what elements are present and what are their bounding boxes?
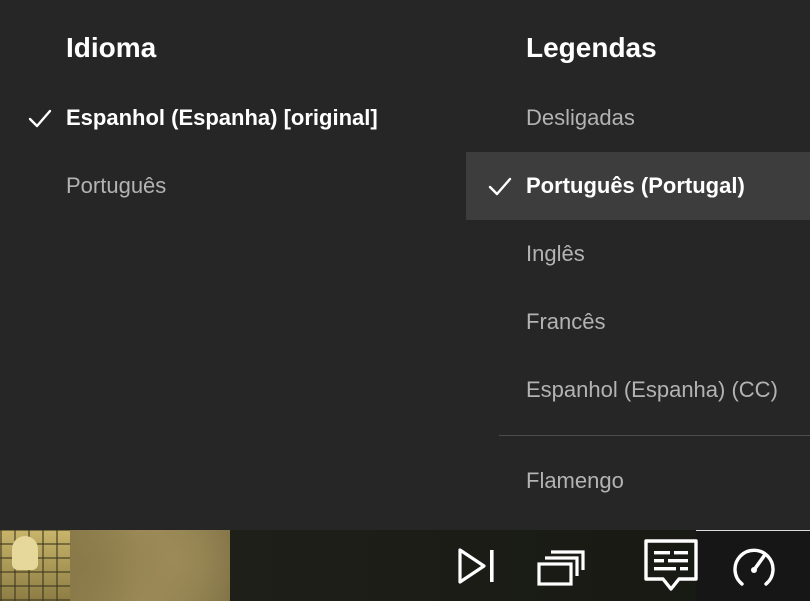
audio-subtitles-icon[interactable]	[643, 538, 699, 594]
subtitles-column-title: Legendas	[526, 32, 657, 63]
checkmark-icon	[28, 109, 52, 128]
audio-option-portuguese[interactable]: Português	[0, 152, 466, 220]
subtitle-option-off[interactable]: Desligadas	[466, 84, 810, 152]
subtitle-list-divider	[499, 435, 810, 436]
audio-column-title: Idioma	[66, 32, 157, 63]
player-control-bar	[0, 530, 810, 601]
audio-option-spanish-original[interactable]: Espanhol (Espanha) [original]	[0, 84, 466, 152]
subtitle-option-label: Espanhol (Espanha) (CC)	[526, 377, 778, 402]
next-episode-icon[interactable]	[452, 540, 504, 592]
playback-speed-icon[interactable]	[728, 540, 780, 592]
episodes-icon[interactable]	[535, 540, 587, 592]
subtitle-option-label: Inglês	[526, 241, 585, 266]
audio-option-label: Espanhol (Espanha) [original]	[66, 105, 378, 130]
video-frame-detail	[12, 536, 38, 570]
subtitle-option-label: Português (Portugal)	[526, 173, 745, 198]
subtitle-option-portuguese-portugal[interactable]: Português (Portugal)	[466, 152, 810, 220]
checkmark-icon	[488, 177, 512, 196]
video-player: Idioma Espanhol (Espanha) [original] Por…	[0, 0, 810, 601]
subtitle-option-english[interactable]: Inglês	[466, 220, 810, 288]
subtitle-option-french[interactable]: Francês	[466, 288, 810, 356]
subtitle-option-label: Flamengo	[526, 468, 624, 493]
audio-subtitles-panel: Idioma Espanhol (Espanha) [original] Por…	[0, 0, 810, 530]
subtitle-option-flemish[interactable]: Flamengo	[466, 447, 810, 515]
video-frame-figure	[0, 530, 70, 601]
subtitle-option-spanish-cc[interactable]: Espanhol (Espanha) (CC)	[466, 356, 810, 424]
audio-option-label: Português	[66, 173, 167, 198]
subtitle-option-label: Francês	[526, 309, 606, 334]
video-frame	[0, 530, 230, 601]
subtitle-option-label: Desligadas	[526, 105, 635, 130]
